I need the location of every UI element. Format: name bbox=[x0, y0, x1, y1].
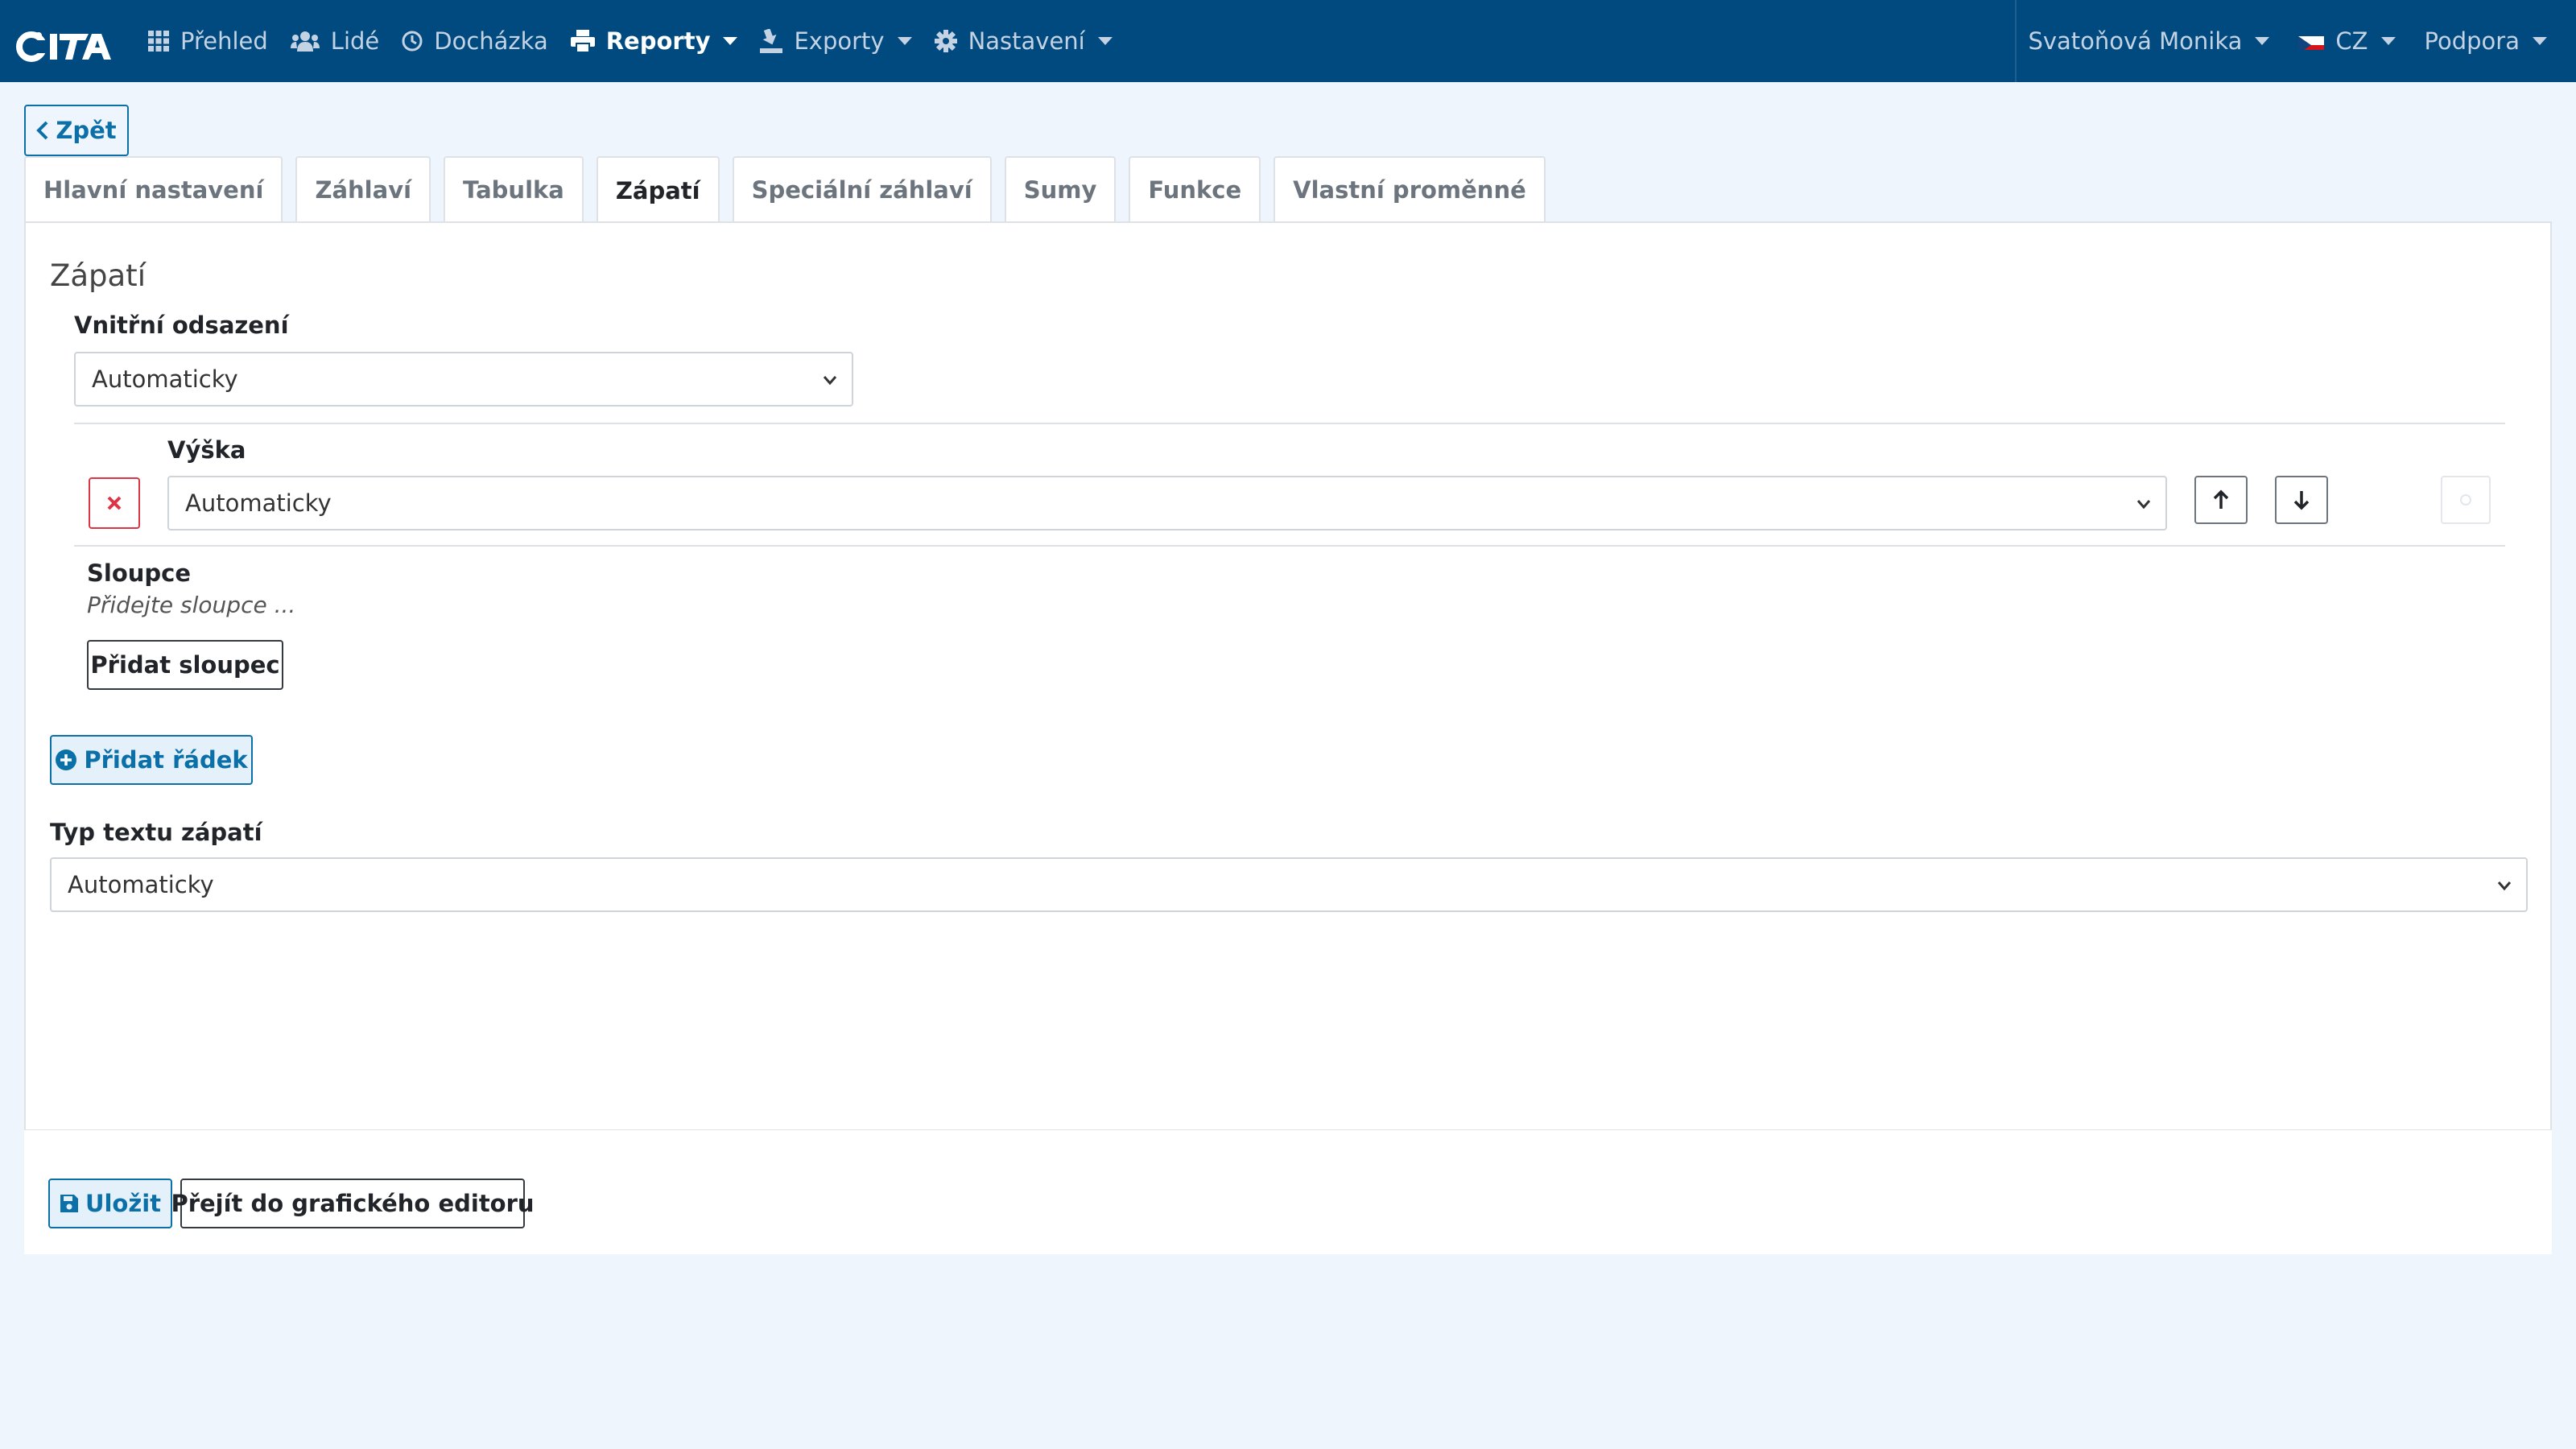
delete-row-button[interactable] bbox=[89, 477, 140, 529]
divider bbox=[74, 423, 2505, 424]
top-navbar: Přehled Lidé Docházka Reporty Exporty Na… bbox=[0, 0, 2576, 82]
nav-exporty-label: Exporty bbox=[794, 27, 885, 55]
chevron-down-icon bbox=[2255, 37, 2270, 45]
nav-nastaveni-label: Nastavení bbox=[968, 27, 1085, 55]
tab-vlastni-promenne[interactable]: Vlastní proměnné bbox=[1274, 156, 1546, 222]
columns-label: Sloupce bbox=[87, 559, 192, 587]
chevron-down-icon bbox=[2136, 500, 2151, 510]
move-up-button[interactable] bbox=[2194, 476, 2248, 524]
nav-exporty[interactable]: Exporty bbox=[760, 0, 912, 82]
text-type-select[interactable]: Automaticky bbox=[50, 857, 2528, 912]
chevron-down-icon bbox=[2533, 37, 2547, 45]
nav-lide-label: Lidé bbox=[330, 27, 380, 55]
logo-image bbox=[16, 31, 111, 62]
padding-select-value: Automaticky bbox=[92, 365, 238, 393]
row-extra-button[interactable] bbox=[2441, 476, 2491, 524]
nav-dochazka-label: Docházka bbox=[434, 27, 548, 55]
back-label: Zpět bbox=[56, 117, 117, 144]
tab-sumy[interactable]: Sumy bbox=[1004, 156, 1117, 222]
tab-tabulka[interactable]: Tabulka bbox=[444, 156, 584, 222]
section-title: Zápatí bbox=[50, 258, 146, 293]
footer-settings-panel: Zápatí Vnitřní odsazení Automaticky Výšk… bbox=[24, 221, 2552, 1131]
support-label: Podpora bbox=[2424, 27, 2520, 55]
arrow-down-icon bbox=[2293, 491, 2310, 510]
height-select[interactable]: Automaticky bbox=[167, 476, 2167, 530]
chevron-down-icon bbox=[723, 37, 738, 45]
gear-icon bbox=[934, 30, 957, 52]
text-type-select-value: Automaticky bbox=[68, 871, 214, 898]
language-label: CZ bbox=[2335, 27, 2368, 55]
height-select-value: Automaticky bbox=[185, 489, 332, 517]
grid-icon bbox=[148, 31, 169, 52]
export-icon bbox=[760, 29, 783, 53]
nav-reporty[interactable]: Reporty bbox=[570, 0, 738, 82]
nav-reporty-label: Reporty bbox=[605, 27, 711, 55]
nav-prehled[interactable]: Přehled bbox=[148, 0, 268, 82]
open-graphic-editor-button[interactable]: Přejít do grafického editoru bbox=[171, 1179, 535, 1228]
padding-select[interactable]: Automaticky bbox=[74, 352, 853, 407]
close-icon bbox=[107, 496, 122, 510]
nav-prehled-label: Přehled bbox=[180, 27, 268, 55]
chevron-down-icon bbox=[2380, 37, 2396, 45]
divider bbox=[74, 545, 2505, 547]
move-down-button[interactable] bbox=[2275, 476, 2328, 524]
cita-logo[interactable] bbox=[14, 27, 121, 64]
chevron-down-icon bbox=[1097, 37, 1113, 45]
add-row-label: Přidat řádek bbox=[84, 746, 248, 774]
text-type-label: Typ textu zápatí bbox=[50, 819, 262, 846]
form-actions: Uložit Přejít do grafického editoru bbox=[24, 1130, 2552, 1254]
support-menu[interactable]: Podpora bbox=[2425, 0, 2547, 82]
chevron-down-icon bbox=[2497, 881, 2512, 891]
czech-flag-icon bbox=[2298, 32, 2325, 50]
back-button[interactable]: Zpět bbox=[24, 105, 129, 156]
tab-specialni-zahlavi[interactable]: Speciální záhlaví bbox=[732, 156, 992, 222]
language-menu[interactable]: CZ bbox=[2298, 0, 2396, 82]
user-menu[interactable]: Svatoňová Monika bbox=[2028, 0, 2270, 82]
floppy-disk-icon bbox=[60, 1195, 78, 1212]
chevron-down-icon bbox=[897, 37, 912, 45]
plus-circle-icon bbox=[56, 749, 77, 770]
nav-right: Svatoňová Monika CZ Podpora bbox=[2015, 0, 2576, 82]
nav-nastaveni[interactable]: Nastavení bbox=[934, 0, 1113, 82]
columns-hint: Přidejte sloupce ... bbox=[87, 592, 296, 618]
add-row-button[interactable]: Přidat řádek bbox=[50, 735, 253, 785]
user-name: Svatoňová Monika bbox=[2028, 27, 2243, 55]
chevron-down-icon bbox=[823, 376, 837, 386]
save-button[interactable]: Uložit bbox=[48, 1179, 172, 1228]
tab-zahlavi[interactable]: Záhlaví bbox=[295, 156, 431, 222]
height-label: Výška bbox=[167, 436, 246, 464]
padding-label: Vnitřní odsazení bbox=[74, 312, 289, 339]
nav-dochazka[interactable]: Docházka bbox=[402, 0, 548, 82]
tab-funkce[interactable]: Funkce bbox=[1129, 156, 1261, 222]
add-column-button[interactable]: Přidat sloupec bbox=[87, 640, 283, 690]
chevron-left-icon bbox=[36, 121, 48, 140]
users-icon bbox=[290, 31, 320, 52]
tab-zapati[interactable]: Zápatí bbox=[596, 156, 720, 224]
settings-tabs: Hlavní nastavení Záhlaví Tabulka Zápatí … bbox=[24, 156, 1558, 224]
clock-icon bbox=[402, 31, 423, 52]
circle-icon bbox=[2460, 494, 2471, 506]
print-icon bbox=[570, 30, 595, 52]
nav-lide[interactable]: Lidé bbox=[290, 0, 380, 82]
tab-hlavni-nastaveni[interactable]: Hlavní nastavení bbox=[24, 156, 283, 222]
save-label: Uložit bbox=[85, 1190, 162, 1217]
arrow-up-icon bbox=[2213, 489, 2229, 509]
